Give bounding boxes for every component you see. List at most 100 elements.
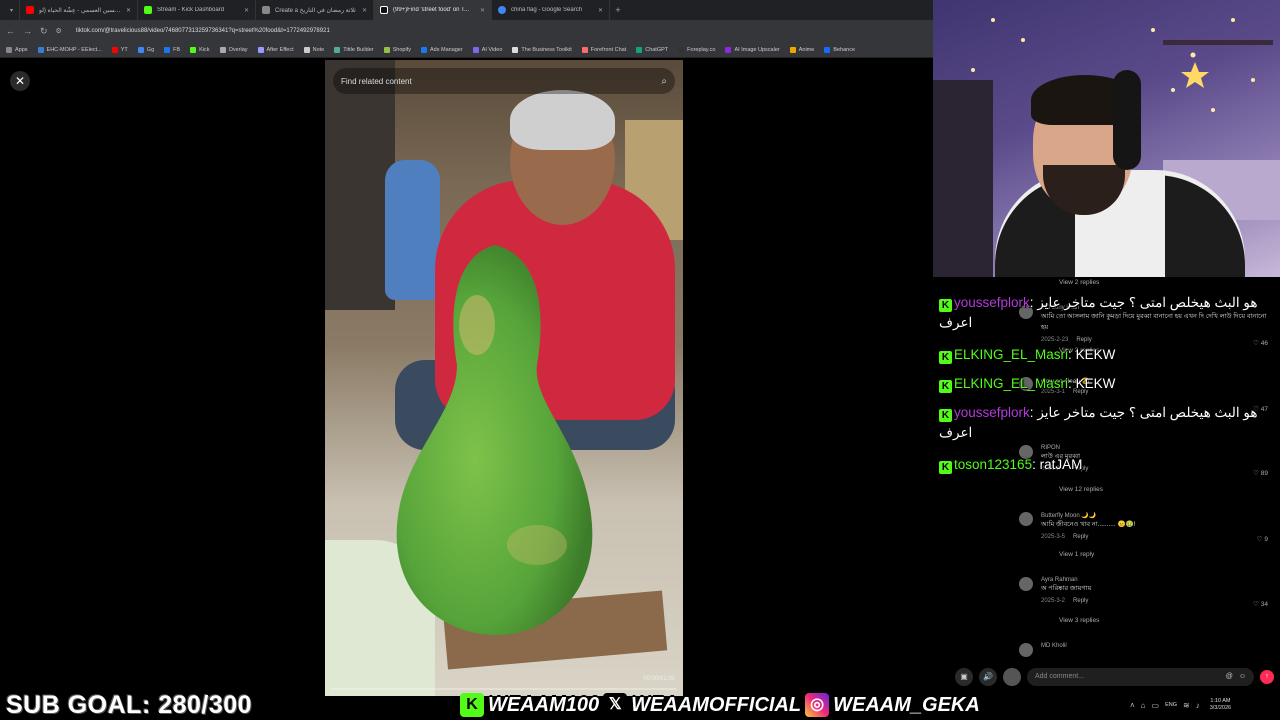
bookmark-icon — [678, 46, 685, 53]
add-comment-input[interactable]: Add comment... @ ☺ — [1027, 668, 1254, 686]
bookmark-item[interactable]: Apps — [6, 46, 28, 53]
tab-list-icon[interactable]: ▾ — [10, 7, 13, 14]
bookmark-item[interactable]: Kick — [190, 46, 210, 53]
tab-youtube[interactable]: حسين العسمي - عِشّة الحياة (لو... ✕ — [20, 0, 138, 20]
bookmark-label: Apps — [15, 46, 28, 53]
bookmark-icon — [420, 46, 427, 53]
chevron-up-icon[interactable]: ˄ — [1130, 701, 1135, 710]
comment-text: আমি জীবনেও খাব না.......... 😐🤢! — [1041, 521, 1136, 528]
speaker-icon[interactable]: ♪ — [1196, 701, 1200, 710]
chat-username: youssefplork — [954, 405, 1030, 420]
like-count[interactable]: ♡ 34 — [1253, 600, 1268, 608]
avatar[interactable] — [1019, 577, 1033, 591]
bookmark-item[interactable]: FB — [164, 46, 180, 53]
url-field[interactable]: tiktok.com/@travelicious88/video/7468077… — [76, 28, 330, 34]
bookmark-item[interactable]: Note — [303, 46, 324, 53]
new-tab-button[interactable]: + — [610, 5, 626, 15]
tiktok-favicon-icon — [380, 6, 388, 14]
tab-kick-dashboard[interactable]: Stream - Kick Dashboard ✕ — [138, 0, 256, 20]
emoji-icon[interactable]: ☺ — [1239, 668, 1246, 686]
kick-badge-icon: K — [939, 409, 952, 422]
reload-icon[interactable]: ↻ — [40, 26, 48, 37]
network-icon[interactable]: ⌂ — [1141, 701, 1146, 710]
bookmark-icon — [137, 46, 144, 53]
site-info-icon[interactable]: ⚙ — [56, 27, 62, 35]
tab-kick-weaam[interactable]: ▾ — [0, 0, 20, 20]
view-replies-link[interactable]: View 1 reply — [1059, 551, 1094, 558]
chat-text: KEKW — [1075, 376, 1116, 391]
tab-tiktok[interactable]: (99+)Find 'street food' on T... ✕ — [374, 0, 492, 20]
send-icon[interactable]: ↑ — [1260, 670, 1274, 684]
like-count-value: 9 — [1264, 536, 1268, 543]
bookmark-item[interactable]: AI Video — [472, 46, 503, 53]
comment-item: Butterfly Moon 🌙🌙 আমি জীবনেও খাব না.....… — [1019, 512, 1267, 540]
clock-time: 1:10 AM — [1210, 698, 1231, 704]
battery-icon[interactable]: ▭ — [1152, 701, 1160, 710]
bookmark-item[interactable]: Overlay — [219, 46, 248, 53]
bookmark-item[interactable]: Shopify — [383, 46, 411, 53]
bookmark-item[interactable]: ChatGPT — [636, 46, 668, 53]
webcam-scene-stand — [933, 80, 993, 277]
close-icon[interactable]: ✕ — [480, 7, 485, 14]
bookmark-item[interactable]: The Business Toolkit — [512, 46, 572, 53]
avatar[interactable] — [1019, 643, 1033, 657]
volume-icon[interactable]: 🔊 — [979, 668, 997, 686]
video-player[interactable]: Find related content ⌕ 00:00/01:00 — [325, 60, 683, 696]
screen: ▾ حسين العسمي - عِشّة الحياة (لو... ✕ Str… — [0, 0, 1280, 720]
view-replies-link[interactable]: View 3 replies — [1059, 617, 1099, 624]
bookmark-item[interactable]: Gg — [137, 46, 154, 53]
reply-link[interactable]: Reply — [1076, 337, 1091, 343]
bookmark-item[interactable]: Tittle Builder — [334, 46, 374, 53]
mention-icon[interactable]: @ — [1226, 668, 1233, 686]
picture-in-picture-icon[interactable]: ▣ — [955, 668, 973, 686]
close-icon[interactable]: ✕ — [126, 7, 131, 14]
comment-author[interactable]: Butterfly Moon 🌙🌙 — [1041, 512, 1267, 519]
tab-title: Create a ثلاثة رمضان في التاريخ — [275, 7, 356, 14]
bookmark-item[interactable]: Forefront Chat — [581, 46, 626, 53]
comment-author[interactable]: MD Kholil — [1041, 643, 1267, 649]
close-viewer-button[interactable]: ✕ — [10, 71, 30, 91]
language-indicator[interactable]: ENG — [1165, 702, 1177, 708]
headset-icon — [1113, 70, 1141, 170]
tab-title: حسين العسمي - عِشّة الحياة (لو... — [39, 7, 121, 14]
close-icon[interactable]: ✕ — [362, 7, 367, 14]
chat-username: youssefplork — [954, 295, 1030, 310]
bookmark-item[interactable]: Behance — [824, 46, 855, 53]
bookmark-item[interactable]: Anime — [789, 46, 814, 53]
back-icon[interactable]: ← — [6, 26, 15, 36]
kick-badge-icon: K — [939, 461, 952, 474]
tab-google[interactable]: china flag - Google Search ✕ — [492, 0, 610, 20]
avatar[interactable] — [1019, 512, 1033, 526]
view-replies-link[interactable]: View 12 replies — [1059, 486, 1103, 493]
reply-link[interactable]: Reply — [1073, 534, 1088, 540]
youtube-favicon-icon — [26, 6, 34, 14]
like-count[interactable]: ♡ 9 — [1257, 535, 1268, 543]
bookmark-icon — [789, 46, 796, 53]
bookmark-item[interactable]: Ads Manager — [420, 46, 463, 53]
bookmark-item[interactable]: YT — [111, 46, 128, 53]
bookmark-icon — [383, 46, 390, 53]
close-icon[interactable]: ✕ — [244, 7, 249, 14]
close-icon[interactable]: ✕ — [598, 7, 603, 14]
bookmark-icon — [512, 46, 519, 53]
find-related-search[interactable]: Find related content ⌕ — [333, 68, 675, 94]
search-icon[interactable]: ⌕ — [661, 76, 667, 87]
avatar[interactable] — [1003, 668, 1021, 686]
tab-create[interactable]: Create a ثلاثة رمضان في التاريخ ✕ — [256, 0, 374, 20]
chat-message: K ELKING_EL_Masri: KEKW — [939, 345, 1269, 365]
bookmark-item[interactable]: Foreplay.co — [678, 46, 715, 53]
forward-icon[interactable]: → — [23, 26, 32, 36]
chat-text: KEKW — [1075, 347, 1116, 362]
reply-link[interactable]: Reply — [1073, 598, 1088, 604]
bookmark-item[interactable]: After Effect — [257, 46, 294, 53]
bookmark-label: AI Video — [481, 46, 503, 53]
bookmark-item[interactable]: EHC-MOHP - EElect... — [37, 46, 102, 53]
video-scene-vendor-hair — [510, 90, 615, 150]
clock[interactable]: 1:10 AM 3/3/2026 — [1210, 698, 1231, 712]
bookmark-item[interactable]: AI Image Upscaler — [725, 46, 780, 53]
view-replies-link[interactable]: View 2 replies — [1059, 279, 1099, 286]
bookmark-icon — [303, 46, 310, 53]
wifi-icon[interactable]: ≋ — [1183, 701, 1190, 710]
kick-badge-icon: K — [939, 299, 952, 312]
video-scene-gourd — [396, 245, 593, 635]
